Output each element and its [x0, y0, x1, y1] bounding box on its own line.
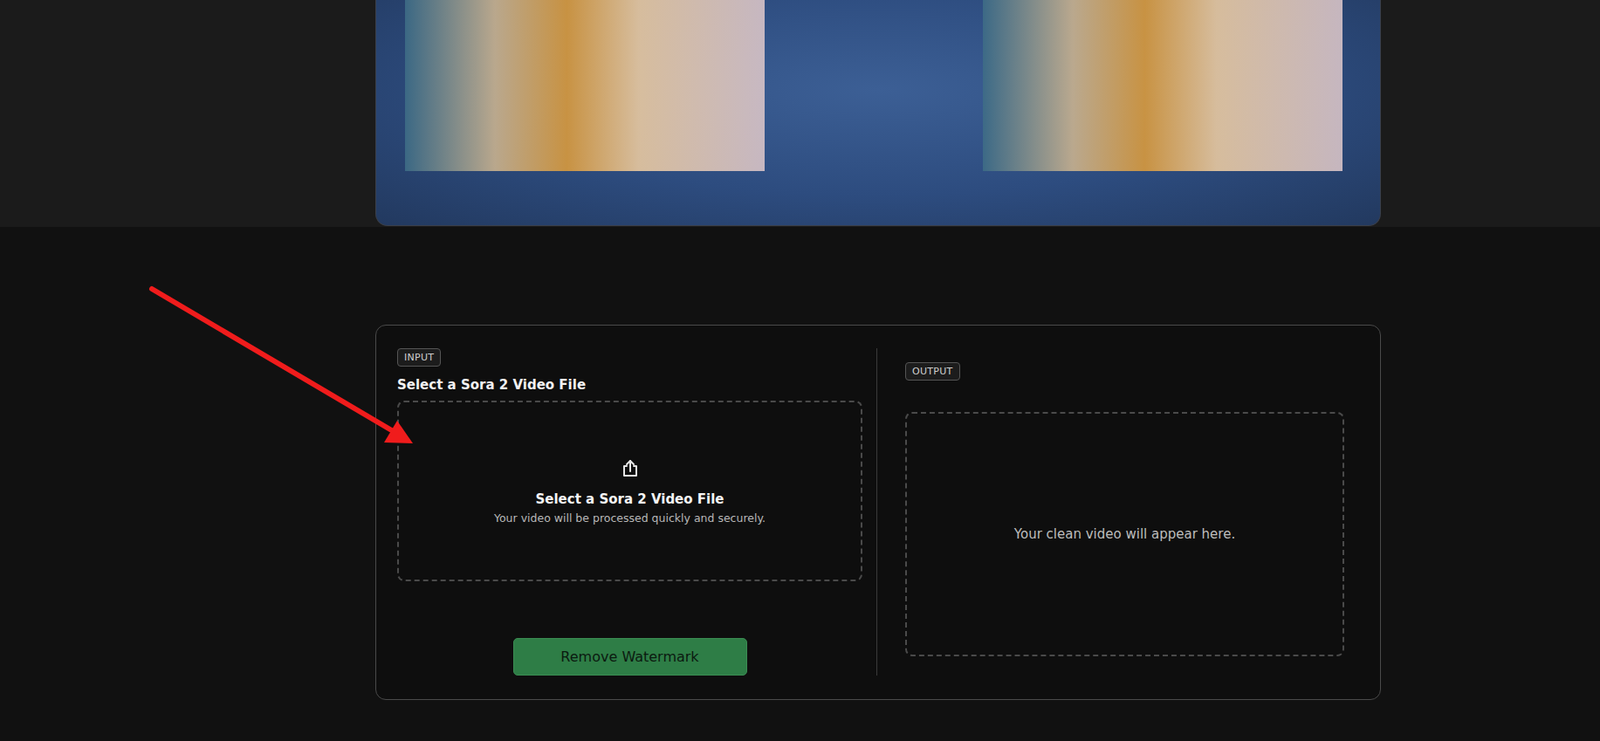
red-arrow-icon: [0, 0, 1600, 741]
output-placeholder: Your clean video will appear here.: [1014, 526, 1236, 543]
dropzone-subtitle: Your video will be processed quickly and…: [494, 511, 766, 525]
preview-frame: [982, 0, 1343, 172]
preview-image: [375, 0, 1381, 227]
output-badge: OUTPUT: [905, 362, 961, 381]
input-title: Select a Sora 2 Video File: [397, 377, 863, 393]
top-band: [0, 0, 1600, 227]
output-area: Your clean video will appear here.: [905, 412, 1345, 657]
remove-watermark-button[interactable]: Remove Watermark: [513, 638, 748, 676]
preview-frame: [405, 0, 765, 172]
input-badge: INPUT: [397, 348, 441, 367]
dropzone-title: Select a Sora 2 Video File: [535, 491, 724, 508]
column-divider: [876, 348, 878, 676]
upload-icon: [619, 458, 641, 480]
output-panel: OUTPUT Your clean video will appear here.: [905, 348, 1345, 676]
input-panel: INPUTSelect a Sora 2 Video FileSelect a …: [397, 348, 863, 676]
file-dropzone[interactable]: Select a Sora 2 Video File Your video wil…: [397, 400, 863, 582]
watermark-card: INPUTSelect a Sora 2 Video FileSelect a …: [375, 324, 1381, 701]
